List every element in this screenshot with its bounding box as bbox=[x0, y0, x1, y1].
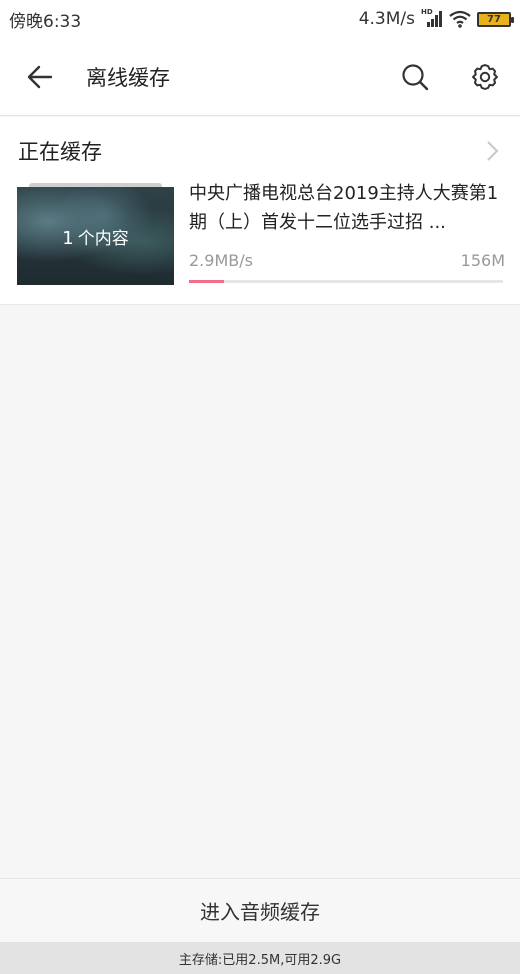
page-title: 离线缓存 bbox=[86, 65, 170, 90]
back-arrow-icon bbox=[27, 65, 53, 88]
file-size: 156M bbox=[460, 251, 505, 270]
toolbar: 离线缓存 bbox=[0, 38, 520, 116]
download-speed: 2.9MB/s bbox=[189, 251, 253, 270]
item-count-suffix: 个内容 bbox=[77, 228, 129, 249]
wifi-icon bbox=[449, 10, 471, 28]
search-button[interactable] bbox=[380, 38, 450, 116]
back-button[interactable] bbox=[0, 38, 80, 116]
gear-icon bbox=[472, 63, 498, 90]
item-count-number: 1 bbox=[62, 227, 74, 249]
chevron-right-icon bbox=[487, 141, 499, 161]
search-icon bbox=[402, 63, 429, 90]
battery-level: 77 bbox=[487, 13, 501, 25]
download-item[interactable]: 1 个内容 中央广播电视总台2019主持人大赛第1期（上）首发十二位选手过招 ..… bbox=[0, 183, 520, 305]
download-progress-bar bbox=[189, 280, 503, 283]
downloading-section: 正在缓存 1 个内容 中央广播电视总台2019主持人大赛第1期（上）首发十二位选手… bbox=[0, 117, 520, 305]
download-meta: 2.9MB/s 156M bbox=[189, 251, 505, 270]
status-time: 傍晚6:33 bbox=[9, 11, 82, 32]
item-count-label: 1 个内容 bbox=[62, 224, 128, 249]
downloading-header[interactable]: 正在缓存 bbox=[0, 117, 520, 185]
status-indicators: 4.3M/s HD 77 bbox=[358, 8, 514, 29]
signal-icon: HD bbox=[421, 8, 443, 28]
settings-button[interactable] bbox=[450, 38, 520, 116]
download-info: 中央广播电视总台2019主持人大赛第1期（上）首发十二位选手过招 ... 2.9… bbox=[189, 179, 505, 283]
status-bar: 傍晚6:33 4.3M/s HD 77 bbox=[0, 0, 520, 38]
download-progress-fill bbox=[189, 280, 224, 283]
thumbnail-stack: 1 个内容 bbox=[17, 183, 174, 287]
storage-info: 主存储:已用2.5M,可用2.9G bbox=[0, 942, 520, 974]
offline-cache-screen: 傍晚6:33 4.3M/s HD 77 离线缓存 正在缓存 1 个内容 中央广播… bbox=[0, 0, 520, 974]
battery-icon: 77 bbox=[477, 11, 514, 27]
video-title: 中央广播电视总台2019主持人大赛第1期（上）首发十二位选手过招 ... bbox=[189, 183, 499, 233]
audio-cache-button[interactable]: 进入音频缓存 bbox=[0, 878, 520, 942]
network-speed: 4.3M/s bbox=[358, 9, 415, 29]
section-title: 正在缓存 bbox=[18, 140, 102, 164]
video-thumbnail: 1 个内容 bbox=[17, 187, 174, 285]
hd-badge: HD bbox=[421, 8, 433, 16]
